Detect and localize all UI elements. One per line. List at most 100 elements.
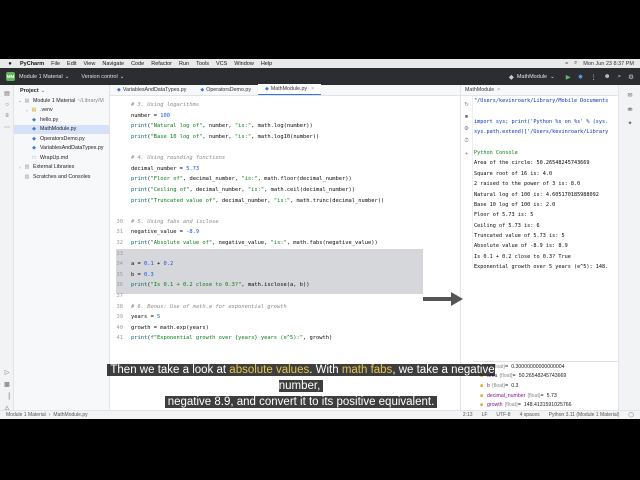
console-tab[interactable]: MathModule × xyxy=(461,85,618,96)
code-text: # 6. Bonus: Use of math.e for exponentia… xyxy=(126,304,287,310)
apple-icon[interactable]: ● xyxy=(6,61,14,67)
tree-item[interactable]: ◆ hello.py xyxy=(14,115,109,125)
menu-item-window[interactable]: Window xyxy=(234,61,254,67)
settings-icon[interactable]: ⚙ xyxy=(461,126,472,132)
history-icon[interactable]: ⏱ xyxy=(461,138,472,145)
tree-item-label: VariablesAndDataTypes.py xyxy=(40,145,104,152)
menu-item-edit[interactable]: Edit xyxy=(67,61,76,67)
menu-item-navigate[interactable]: Navigate xyxy=(102,61,124,67)
menu-item-file[interactable]: File xyxy=(51,61,60,67)
file-encoding[interactable]: UTF-8 xyxy=(496,412,510,418)
menu-item-help[interactable]: Help xyxy=(261,61,272,67)
tree-item[interactable]: › ▥ External Libraries xyxy=(14,163,109,173)
search-icon[interactable]: ⌕ xyxy=(574,60,577,67)
menu-item-refactor[interactable]: Refactor xyxy=(151,61,172,67)
line-separator[interactable]: LF xyxy=(482,412,488,418)
settings-gear-icon[interactable]: ⚙ xyxy=(628,73,634,81)
tab-operatorsdemo-py[interactable]: ◆ OperatorsDemo.py xyxy=(193,84,258,95)
tree-item[interactable]: ▥ Scratches and Consoles xyxy=(14,172,109,182)
menubar-clock[interactable]: Mon Jun 23 8:37 PM xyxy=(583,61,634,67)
close-icon[interactable]: × xyxy=(497,87,500,93)
code-token: "Natural log of" xyxy=(150,123,203,130)
tab-variablesanddatatypes-py[interactable]: ◆ VariablesAndDataTypes.py xyxy=(110,84,193,95)
indent-setting[interactable]: 4 spaces xyxy=(520,412,540,418)
code-token: b = xyxy=(131,271,144,278)
code-token: , math.log(number)) xyxy=(251,123,313,130)
menubar-status: ≈ ⌕ Mon Jun 23 8:37 PM xyxy=(565,60,634,67)
caption-text: . With xyxy=(309,364,342,376)
vcs-selector[interactable]: Version control ⌄ xyxy=(81,74,124,80)
variable-equals: = xyxy=(505,363,509,370)
lock-icon[interactable]: ◯ xyxy=(628,412,634,418)
breadcrumb-file[interactable]: MathModule.py xyxy=(53,412,87,418)
terminal-tool-icon[interactable]: ▕ xyxy=(0,393,14,400)
database-icon[interactable]: ⛂ xyxy=(619,106,640,113)
code-token: , math.trunc(decimal_number)) xyxy=(290,197,385,204)
run-icon[interactable]: ▶ xyxy=(566,73,571,81)
code-token: -8.9 xyxy=(186,229,200,236)
wifi-icon[interactable]: ≈ xyxy=(565,61,568,67)
menu-app-name[interactable]: PyCharm xyxy=(20,61,44,67)
line-number: 34 xyxy=(116,261,124,268)
console-line: import sys; print('Python %s on %s' % (s… xyxy=(474,118,609,125)
console-line: Exponential growth over 5 years (e^5): 1… xyxy=(474,264,609,271)
interpreter-selector[interactable]: Python 3.11 (Module 1 Material) xyxy=(549,412,620,418)
python-file-icon: ◆ xyxy=(264,86,269,92)
caption-line-1: Then we take a look at absolute values. … xyxy=(107,364,495,392)
run-tool-icon[interactable]: ▷ xyxy=(0,369,14,376)
code-token: "is:" xyxy=(247,187,265,194)
console-line: Absolute value of -8.9 is: 8.9 xyxy=(474,243,568,250)
tree-item[interactable]: □ WrapUp.md xyxy=(14,153,109,163)
python-console-tool-icon[interactable]: ▩ xyxy=(0,381,14,388)
stop-icon[interactable]: ■ xyxy=(461,114,472,120)
breadcrumb-project[interactable]: Module 1 Material xyxy=(6,412,46,418)
tree-item[interactable]: › ▤ .venv xyxy=(14,106,109,116)
project-panel: Project ⌄ ⌄ ▤ Module 1 Material ~/Library/M… xyxy=(14,85,110,410)
more-tools-icon[interactable]: ⋯ xyxy=(0,124,14,131)
code-token: print xyxy=(131,176,148,183)
add-console-icon[interactable]: + xyxy=(461,151,472,157)
menu-item-code[interactable]: Code xyxy=(131,61,144,67)
code-text: # 3. Using logarithms xyxy=(126,102,199,108)
folder-file-icon: ▤ xyxy=(24,97,30,104)
rerun-icon[interactable]: ↻ xyxy=(461,102,472,108)
variable-value: 50.26548245743669 xyxy=(518,373,567,380)
code-line: 38 # 6. Bonus: Use of math.e for exponent… xyxy=(110,301,460,312)
ai-assistant-icon[interactable]: ✦ xyxy=(619,120,640,127)
menu-item-run[interactable]: Run xyxy=(179,61,189,67)
vcs-label: Version control xyxy=(81,73,118,80)
code-line: 35 b = 0.3 xyxy=(110,270,460,281)
structure-tool-icon[interactable]: ≡ xyxy=(0,113,14,119)
tree-item[interactable]: ⌄ ▤ Module 1 Material ~/Library/M xyxy=(14,96,109,106)
search-everywhere-icon[interactable]: ⌕ xyxy=(618,73,622,81)
cursor-position[interactable]: 2:13 xyxy=(463,412,473,418)
py-file-icon: ◆ xyxy=(32,126,36,133)
python-icon: ◆ xyxy=(508,73,514,81)
commit-tool-icon[interactable]: ○ xyxy=(0,102,14,108)
menu-item-view[interactable]: View xyxy=(84,61,96,67)
tree-item-label: Module 1 Material xyxy=(33,97,76,104)
tab-mathmodule-py[interactable]: ◆ MathModule.py × xyxy=(257,84,321,95)
py-file-icon: ◆ xyxy=(32,135,36,142)
menu-item-tools[interactable]: Tools xyxy=(196,61,209,67)
project-panel-header[interactable]: Project ⌄ xyxy=(14,85,109,96)
account-icon[interactable]: ☻ xyxy=(604,73,611,80)
python-file-icon: ◆ xyxy=(117,86,121,93)
tree-item[interactable]: ◆ VariablesAndDataTypes.py xyxy=(14,144,109,154)
console-line: Base 10 log of 100 is: 2.0 xyxy=(474,201,556,208)
line-number: 31 xyxy=(116,229,124,236)
notifications-icon[interactable]: ✉ xyxy=(619,92,640,99)
close-icon[interactable]: × xyxy=(311,86,314,92)
project-tool-icon[interactable]: ▤ xyxy=(0,90,14,97)
project-selector[interactable]: Module 1 Material ⌄ xyxy=(19,74,69,80)
console-output[interactable]: "/Users/kevinroark/Library/Mobile Docume… xyxy=(474,96,619,271)
debug-icon[interactable]: ✸ xyxy=(578,73,583,81)
menu-item-vcs[interactable]: VCS xyxy=(216,61,227,67)
project-tree: ⌄ ▤ Module 1 Material ~/Library/M › ▤ .venv ◆ he… xyxy=(14,96,109,182)
run-config-selector[interactable]: ◆ MathModule ⌄ xyxy=(505,72,559,82)
console-line: "/Users/kevinroark/Library/Mobile Docume… xyxy=(474,98,609,104)
tree-item[interactable]: ◆ OperatorsDemo.py xyxy=(14,134,109,144)
tree-item[interactable]: ◆ MathModule.py xyxy=(14,124,109,134)
more-icon[interactable]: ⋮ xyxy=(590,73,597,81)
